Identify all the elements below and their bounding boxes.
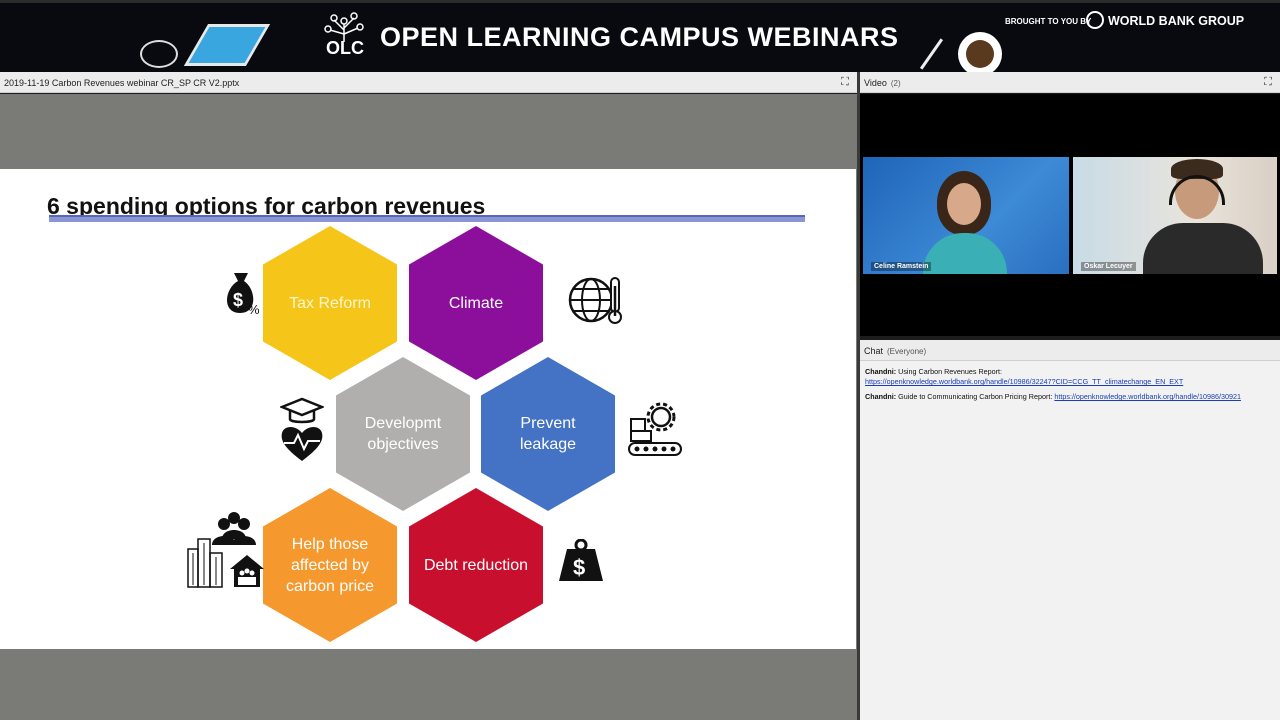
backdrop-logo — [1011, 163, 1063, 191]
chat-message: Chandni: Using Carbon Revenues Report: h… — [865, 367, 1183, 387]
banner-title: OPEN LEARNING CAMPUS WEBINARS — [380, 22, 899, 52]
chat-pod-title-wrap: Chat (Everyone) — [864, 346, 926, 356]
presentation-slide: 6 spending options for carbon revenues T… — [0, 169, 856, 649]
participant-name: Celine Ramstein — [871, 262, 932, 271]
headphones-decoration — [140, 40, 178, 68]
hex-help-affected: Help those affected by carbon price — [263, 488, 397, 642]
brought-by-label: BROUGHT TO YOU BY — [1005, 17, 1092, 26]
hex-prevent-leakage: Prevent leakage — [481, 357, 615, 511]
hex-label: Tax Reform — [289, 294, 371, 312]
fullscreen-icon[interactable]: ⛶ — [839, 76, 851, 88]
community-icon — [187, 512, 264, 588]
hex-label: Developmt objectives — [364, 415, 442, 453]
video-pod-title-wrap: Video (2) — [864, 78, 901, 88]
slide-title-underline — [49, 215, 805, 222]
chat-sender: Chandni: — [865, 367, 897, 376]
hex-label: Prevent leakage — [519, 415, 577, 453]
video-tile-oskar: Oskar Lecuyer — [1073, 157, 1277, 274]
hex-label: Debt reduction — [423, 556, 529, 574]
hex-debt-reduction: Debt reduction — [409, 488, 543, 642]
share-pod-header: 2019-11-19 Carbon Revenues webinar CR_SP… — [0, 72, 857, 93]
video-participant-count: (2) — [890, 79, 901, 88]
chat-pod-content: Chandni: Using Carbon Revenues Report: h… — [860, 361, 1280, 720]
hex-development-objectives: Developmt objectives — [336, 357, 470, 511]
hex-label: Help those affected by carbon price — [285, 535, 375, 595]
person-face — [947, 183, 981, 225]
olc-logo-text: OLC — [326, 38, 364, 58]
money-bag-icon: $ % — [227, 273, 260, 317]
chat-link[interactable]: https://openknowledge.worldbank.org/hand… — [865, 377, 1183, 386]
debt-weight-icon: $ — [559, 539, 603, 581]
participant-name: Oskar Lecuyer — [1081, 262, 1136, 271]
world-bank-logo-text: WORLD BANK GROUP — [1108, 14, 1245, 28]
pen-decoration — [919, 38, 944, 70]
share-pod-title: 2019-11-19 Carbon Revenues webinar CR_SP… — [4, 78, 240, 88]
svg-text:$: $ — [233, 290, 243, 310]
video-tile-celine: Celine Ramstein — [863, 157, 1069, 274]
factory-gear-icon — [628, 402, 682, 456]
coffee-cup-decoration — [958, 32, 1002, 72]
graduation-heart-icon — [280, 397, 324, 461]
banner-topline — [0, 0, 1280, 3]
chat-sender: Chandni: — [865, 392, 897, 401]
hex-climate: Climate — [409, 226, 543, 380]
webinar-banner: OLC OPEN LEARNING CAMPUS WEBINARS BROUGH… — [0, 0, 1280, 72]
chat-link[interactable]: https://openknowledge.worldbank.org/hand… — [1054, 392, 1241, 401]
chat-scope: (Everyone) — [887, 347, 927, 356]
hex-tax-reform: Tax Reform — [263, 226, 397, 380]
hex-label: Climate — [448, 294, 504, 312]
world-bank-globe-icon — [1086, 11, 1104, 29]
person-shirt — [1143, 223, 1263, 274]
svg-text:%: % — [248, 302, 260, 317]
video-pod-content: Celine Ramstein Oskar Lecuyer — [860, 94, 1280, 336]
video-pod-title: Video — [864, 78, 887, 88]
fullscreen-icon[interactable]: ⛶ — [1262, 76, 1274, 88]
globe-thermometer-icon — [568, 277, 622, 324]
chat-pod-title: Chat — [864, 346, 884, 356]
video-pod-header: Video (2) ⛶ — [860, 72, 1280, 93]
olc-logo: OLC — [324, 12, 370, 62]
chat-text: Guide to Communicating Carbon Pricing Re… — [898, 392, 1053, 401]
svg-text:$: $ — [573, 555, 585, 580]
tablet-decoration — [183, 24, 271, 66]
chat-message: Chandni: Guide to Communicating Carbon P… — [865, 392, 1241, 402]
chat-text: Using Carbon Revenues Report: — [898, 367, 1003, 376]
chat-pod-header: Chat (Everyone) — [860, 340, 1280, 361]
